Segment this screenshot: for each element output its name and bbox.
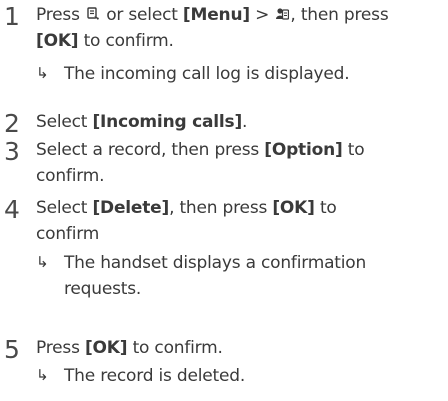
step-text: Press [OK] to confirm. <box>36 335 446 361</box>
step-text-part: or select <box>106 5 178 25</box>
delete-option-label: [Delete] <box>92 198 170 218</box>
step-text-part: to confirm. <box>132 338 223 358</box>
step-result: ↳ The incoming call log is displayed. <box>36 60 446 87</box>
step-text-part: to <box>319 198 337 218</box>
step-text-part: confirm. <box>36 166 105 186</box>
step-number: 1 <box>4 2 20 31</box>
step-text-part: to <box>347 140 365 160</box>
step-text-part: > <box>255 5 270 25</box>
ok-key-label: [OK] <box>84 338 128 358</box>
result-text: The handset displays a confirmation <box>64 253 367 273</box>
result-arrow-icon: ↳ <box>36 366 49 384</box>
incoming-calls-label: [Incoming calls] <box>92 112 243 132</box>
step-text-part: . <box>242 112 248 132</box>
step-number: 3 <box>4 137 20 166</box>
result-arrow-icon: ↳ <box>36 64 49 82</box>
result-text: The incoming call log is displayed. <box>64 64 350 84</box>
step-text-part: to confirm. <box>83 31 174 51</box>
step-number: 4 <box>4 195 20 224</box>
ok-key-label: [OK] <box>272 198 315 218</box>
step-number: 2 <box>4 109 20 138</box>
call-log-key-icon <box>87 7 99 20</box>
step-text: Select [Incoming calls]. <box>36 109 446 135</box>
step-text: Press or select [Menu] > , then press [O… <box>36 2 446 54</box>
step-text: Select a record, then press [Option] to … <box>36 137 446 189</box>
step-text-part: , then press <box>290 5 389 25</box>
step-text: Select [Delete], then press [OK] to conf… <box>36 195 446 247</box>
step-text-part: Press <box>36 338 80 358</box>
result-arrow-icon: ↳ <box>36 253 49 271</box>
phonebook-icon <box>276 8 290 20</box>
result-text: requests. <box>64 279 142 299</box>
step-text-part: , then press <box>169 198 268 218</box>
option-key-label: [Option] <box>264 140 343 160</box>
step-text-part: Select <box>36 112 88 132</box>
step-text-part: Select a record, then press <box>36 140 260 160</box>
result-text: The record is deleted. <box>64 366 246 386</box>
ok-key-label: [OK] <box>36 31 79 51</box>
menu-key-label: [Menu] <box>182 5 250 25</box>
step-text-part: Select <box>36 198 88 218</box>
step-text-part: Press <box>36 5 80 25</box>
step-result: ↳ The handset displays a confirmation req… <box>36 249 446 302</box>
step-number: 5 <box>4 335 20 364</box>
step-text-part: confirm <box>36 224 100 244</box>
step-result: ↳ The record is deleted. <box>36 362 446 389</box>
